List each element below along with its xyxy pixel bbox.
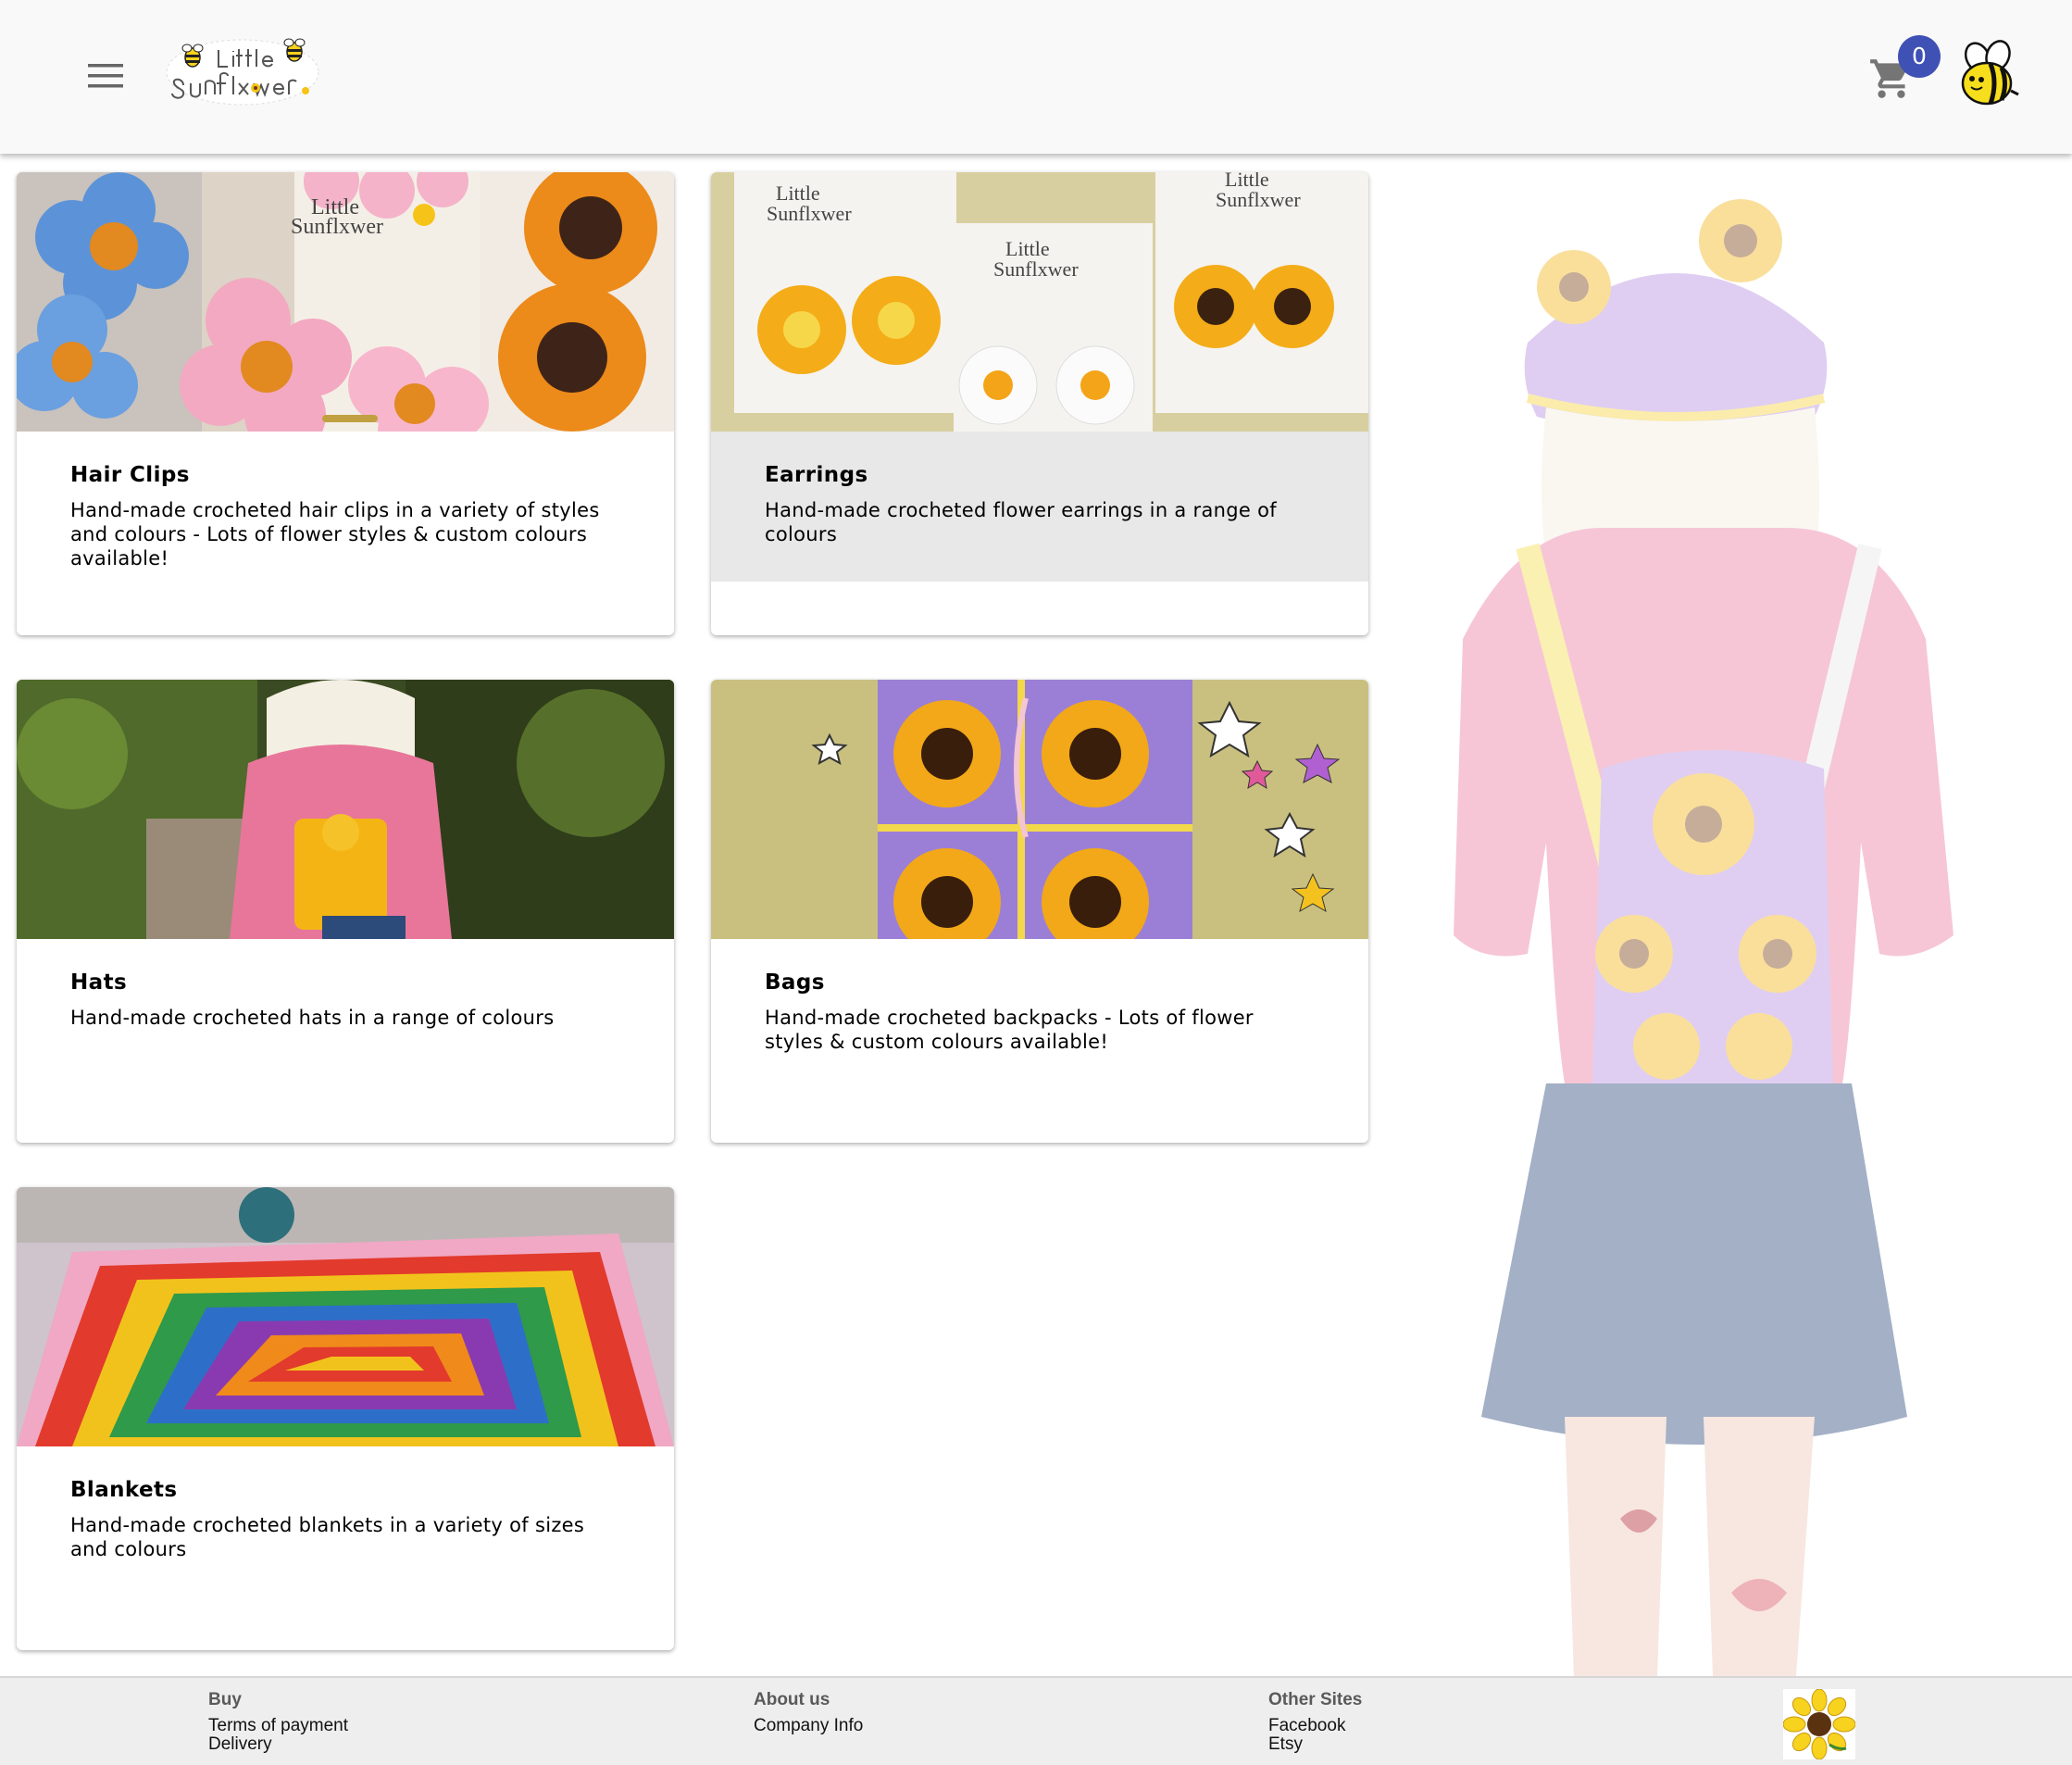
hats-image bbox=[17, 680, 674, 939]
hair-clips-image: Little Sunflxwer bbox=[17, 172, 674, 432]
footer-other-sites-column: Other Sites Facebook Etsy bbox=[1268, 1691, 1362, 1754]
sunflower-icon bbox=[1783, 1689, 1855, 1759]
card-title: Bags bbox=[765, 970, 825, 995]
terms-of-payment-link[interactable]: Terms of payment bbox=[208, 1717, 348, 1735]
card-description: Hand-made crocheted blankets in a variet… bbox=[70, 1514, 585, 1560]
card-description: Hand-made crocheted hair clips in a vari… bbox=[70, 499, 600, 570]
facebook-link[interactable]: Facebook bbox=[1268, 1717, 1362, 1735]
app-header: 0 bbox=[0, 0, 2072, 154]
footer-about-column: About us Company Info bbox=[754, 1691, 863, 1735]
svg-text:Sunflxwer: Sunflxwer bbox=[1216, 188, 1301, 211]
category-card-hats[interactable]: Hats Hand-made crocheted hats in a range… bbox=[17, 680, 674, 1143]
company-info-link[interactable]: Company Info bbox=[754, 1717, 863, 1735]
svg-text:Sunflxwer: Sunflxwer bbox=[993, 257, 1079, 281]
site-footer: Buy Terms of payment Delivery About us C… bbox=[0, 1676, 2072, 1765]
card-content: Blankets Hand-made crocheted blankets in… bbox=[17, 1446, 674, 1596]
footer-buy-column: Buy Terms of payment Delivery bbox=[208, 1691, 348, 1754]
category-card-hair-clips[interactable]: Little Sunflxwer Hair Clips Hand-made cr… bbox=[17, 172, 674, 635]
card-content: Earrings Hand-made crocheted flower earr… bbox=[711, 432, 1368, 582]
category-card-earrings[interactable]: Little Sunflxwer Little Sunflxwer Little… bbox=[711, 172, 1368, 635]
menu-button[interactable] bbox=[74, 52, 137, 100]
bags-image bbox=[711, 680, 1368, 939]
card-content: Bags Hand-made crocheted backpacks - Lot… bbox=[711, 939, 1368, 1089]
card-description: Hand-made crocheted hats in a range of c… bbox=[70, 1007, 555, 1029]
svg-text:Sunflxwer: Sunflxwer bbox=[291, 215, 383, 239]
card-title: Earrings bbox=[765, 463, 868, 487]
hamburger-menu-icon bbox=[88, 64, 123, 88]
category-card-blankets[interactable]: Blankets Hand-made crocheted blankets in… bbox=[17, 1187, 674, 1650]
card-description: Hand-made crocheted flower earrings in a… bbox=[765, 499, 1277, 545]
svg-text:Sunflxwer: Sunflxwer bbox=[767, 202, 852, 225]
footer-heading: About us bbox=[754, 1690, 830, 1709]
card-title: Blankets bbox=[70, 1478, 178, 1502]
card-content: Hair Clips Hand-made crocheted hair clip… bbox=[17, 432, 674, 582]
etsy-link[interactable]: Etsy bbox=[1268, 1735, 1362, 1754]
bee-icon[interactable] bbox=[1950, 37, 2028, 115]
cart-count-badge: 0 bbox=[1898, 35, 1941, 78]
site-logo[interactable] bbox=[165, 37, 320, 107]
card-description: Hand-made crocheted backpacks - Lots of … bbox=[765, 1007, 1254, 1053]
card-title: Hair Clips bbox=[70, 463, 190, 487]
footer-heading: Other Sites bbox=[1268, 1690, 1363, 1709]
background-model-image bbox=[1454, 199, 1953, 1676]
category-card-bags[interactable]: Bags Hand-made crocheted backpacks - Lot… bbox=[711, 680, 1368, 1143]
blankets-image bbox=[17, 1187, 674, 1446]
footer-heading: Buy bbox=[208, 1690, 242, 1709]
earrings-image: Little Sunflxwer Little Sunflxwer Little… bbox=[711, 172, 1368, 432]
delivery-link[interactable]: Delivery bbox=[208, 1735, 348, 1754]
cart-button[interactable]: 0 bbox=[1859, 35, 1941, 111]
card-title: Hats bbox=[70, 970, 128, 995]
card-content: Hats Hand-made crocheted hats in a range… bbox=[17, 939, 674, 1089]
